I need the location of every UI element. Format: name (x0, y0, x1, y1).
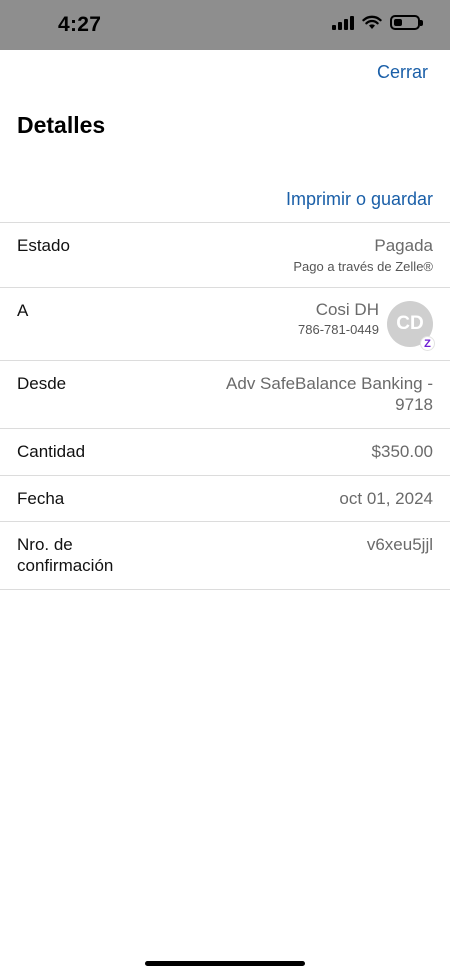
recipient-label: A (17, 301, 29, 320)
confirmacion-label-line2: confirmación (17, 556, 114, 575)
desde-label: Desde (17, 374, 67, 393)
estado-label: Estado (17, 236, 70, 255)
desde-value: Adv SafeBalance Banking - 9718 (226, 373, 433, 415)
confirmacion-label-line1: Nro. de (17, 535, 73, 554)
desde-value-line2: 9718 (395, 395, 433, 414)
fecha-value: oct 01, 2024 (339, 489, 433, 508)
confirmacion-value: v6xeu5jjl (366, 535, 433, 554)
detail-row-recipient: A Cosi DH 786-781-0449 CD Z (0, 287, 450, 360)
detail-row-fecha: Fecha oct 01, 2024 (0, 475, 450, 521)
detail-row-confirmacion: Nro. de confirmación v6xeu5jjl (0, 521, 450, 590)
detail-row-desde: Desde Adv SafeBalance Banking - 9718 (0, 360, 450, 428)
page-title: Detalles (17, 112, 106, 138)
recipient-phone: 786-781-0449 (298, 322, 379, 337)
status-icons (332, 14, 423, 30)
fecha-label: Fecha (17, 489, 65, 508)
print-or-save-button[interactable]: Imprimir o guardar (286, 189, 433, 210)
status-bar: 4:27 (0, 0, 450, 50)
battery-cap (420, 19, 423, 26)
home-indicator (145, 961, 305, 966)
status-time: 4:27 (58, 13, 102, 36)
recipient-name: Cosi DH (315, 300, 379, 319)
zelle-icon: Z (420, 336, 435, 351)
wifi-icon (362, 15, 382, 29)
close-button[interactable]: Cerrar (377, 62, 428, 83)
battery-icon (390, 14, 423, 30)
battery-level (394, 18, 402, 26)
estado-value: Pagada (374, 236, 433, 255)
cantidad-label: Cantidad (17, 442, 86, 461)
cantidad-value: $350.00 (371, 442, 433, 461)
confirmacion-label: Nro. de confirmación (17, 534, 113, 576)
detail-row-estado: Estado Pagada Pago a través de Zelle® (0, 222, 450, 287)
desde-value-line1: Adv SafeBalance Banking - (226, 374, 433, 393)
estado-subtext: Pago a través de Zelle® (293, 259, 433, 274)
detail-row-cantidad: Cantidad $350.00 (0, 428, 450, 475)
details-list: Estado Pagada Pago a través de Zelle® A … (0, 222, 450, 590)
cellular-signal-icon (332, 14, 354, 30)
